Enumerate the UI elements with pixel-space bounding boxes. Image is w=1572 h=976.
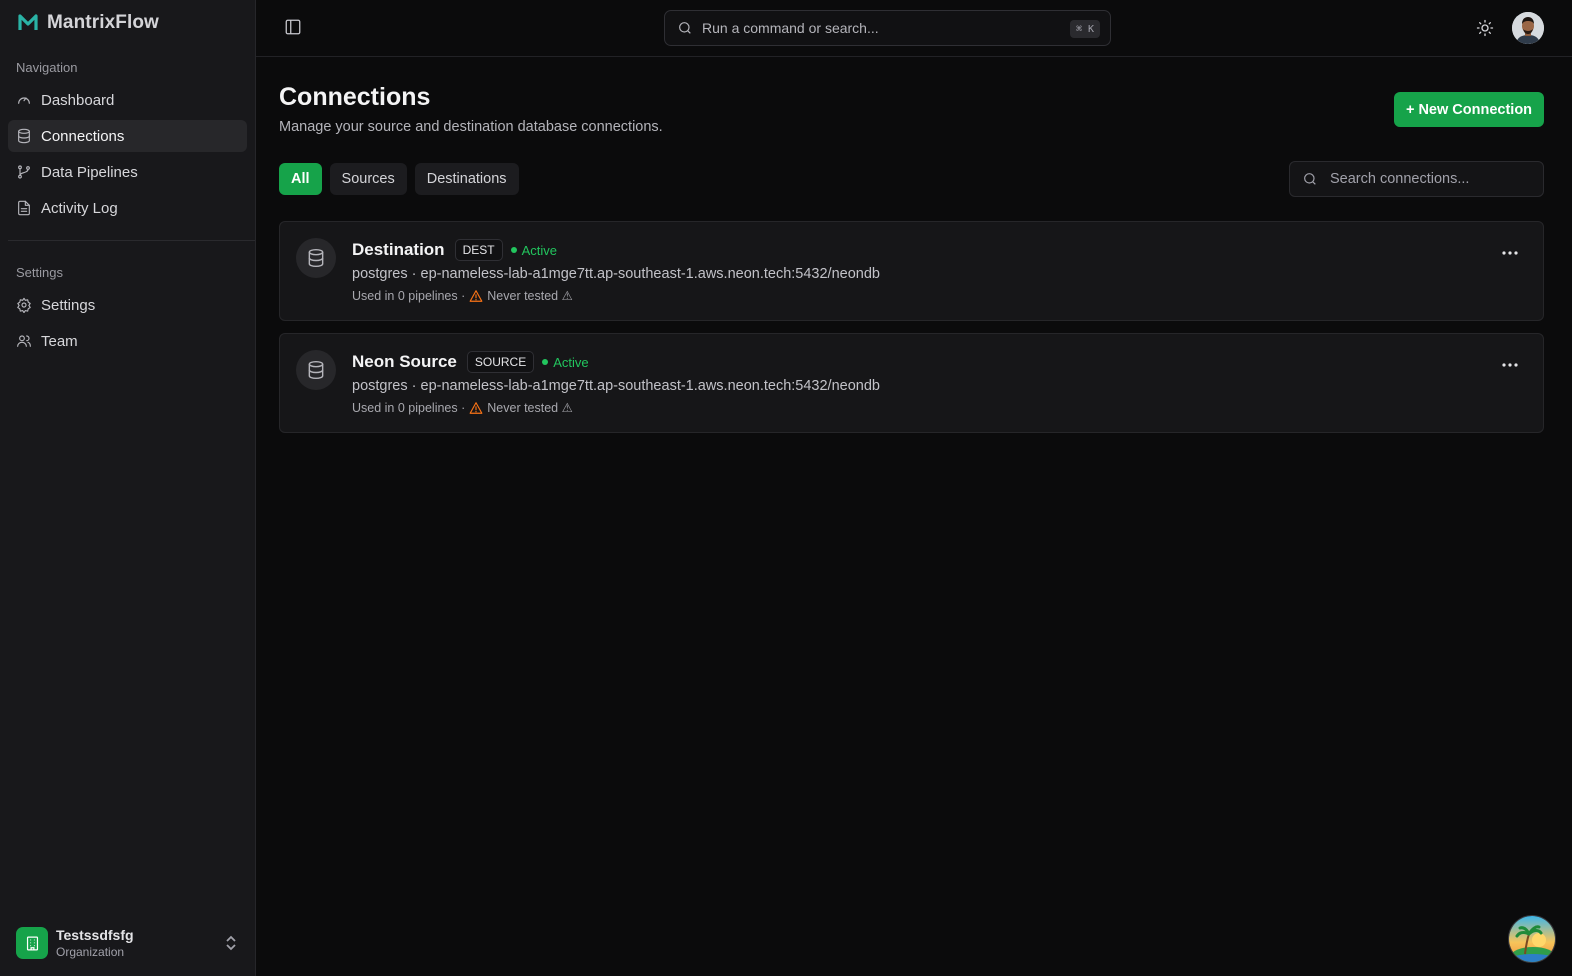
connections-search-placeholder: Search connections... [1330, 171, 1470, 187]
org-switcher[interactable]: Testssdfsfg Organization [16, 925, 246, 961]
command-search-input[interactable]: Run a command or search... ⌘ K [664, 10, 1111, 46]
ellipsis-icon [1502, 251, 1518, 255]
sidebar-item-dashboard[interactable]: Dashboard [8, 84, 247, 116]
building-icon [26, 936, 38, 950]
status-badge: Active [510, 242, 557, 258]
sidebar-item-label: Data Pipelines [41, 163, 138, 181]
status-dot [542, 359, 549, 365]
pipeline-usage: Used in 0 pipelines · [352, 288, 466, 303]
topbar: Run a command or search... ⌘ K [256, 0, 1572, 57]
new-connection-button[interactable]: + New Connection [1394, 92, 1544, 127]
brand-logo-icon [18, 14, 38, 30]
sidebar-item-label: Settings [41, 296, 96, 314]
org-avatar [16, 927, 48, 959]
more-options-button[interactable] [1501, 356, 1519, 374]
database-icon [308, 360, 324, 380]
connection-icon [296, 350, 336, 390]
sidebar-item-label: Dashboard [41, 91, 115, 109]
status-label: Active [553, 354, 589, 370]
tab-all[interactable]: All [279, 163, 322, 195]
user-avatar[interactable] [1512, 12, 1544, 44]
theme-toggle-button[interactable] [1476, 19, 1494, 37]
connection-name: Destination [352, 240, 445, 259]
user-photo-icon [1512, 12, 1544, 44]
connection-icon [296, 238, 336, 278]
warning-icon [469, 401, 483, 415]
status-dot [510, 247, 517, 253]
status-badge: Active [542, 354, 589, 370]
sidebar-item-label: Connections [41, 127, 125, 145]
assistant-bubble[interactable] [1508, 915, 1556, 963]
database-icon [308, 248, 324, 268]
sidebar-item-label: Activity Log [41, 199, 118, 217]
page-title: Connections [279, 83, 431, 111]
more-options-button[interactable] [1501, 244, 1519, 262]
search-icon [1304, 173, 1316, 185]
connection-string: postgres · ep-nameless-lab-a1mge7tt.ap-s… [352, 378, 880, 394]
nav-section-title: Navigation [16, 60, 78, 75]
sidebar: MantrixFlow Navigation Dashboard Connect… [0, 0, 256, 976]
org-name: Testssdfsfg [56, 927, 134, 943]
connection-type-badge: DEST [454, 239, 503, 261]
sidebar-item-label: Team [41, 332, 78, 350]
file-text-icon [18, 200, 30, 216]
database-icon [18, 128, 30, 144]
warning-icon [469, 289, 483, 303]
sidebar-item-connections[interactable]: Connections [8, 120, 247, 152]
status-label: Active [521, 242, 557, 258]
command-search-placeholder: Run a command or search... [702, 20, 879, 36]
connection-meta: Used in 0 pipelines · Never tested ⚠ [352, 288, 573, 304]
connection-meta: Used in 0 pipelines · Never tested ⚠ [352, 400, 573, 416]
connection-string: postgres · ep-nameless-lab-a1mge7tt.ap-s… [352, 266, 880, 282]
sidebar-item-settings[interactable]: Settings [8, 289, 247, 321]
filter-tabs: All Sources Destinations [279, 163, 519, 195]
settings-section-title: Settings [16, 265, 63, 280]
sun-icon [1476, 19, 1494, 37]
connection-name: Neon Source [352, 352, 457, 371]
panel-left-icon [285, 19, 301, 35]
users-icon [17, 335, 31, 347]
chevrons-up-down-icon [224, 935, 238, 951]
org-role: Organization [56, 945, 125, 959]
git-branch-icon [18, 165, 30, 179]
connection-card[interactable]: Neon Source SOURCE Active postgres · ep-… [279, 333, 1544, 433]
connection-card[interactable]: Destination DEST Active postgres · ep-na… [279, 221, 1544, 321]
sidebar-toggle-button[interactable] [284, 18, 302, 36]
connections-search-input[interactable]: Search connections... [1289, 161, 1544, 197]
sidebar-item-activity-log[interactable]: Activity Log [8, 192, 247, 224]
shortcut-badge: ⌘ K [1069, 20, 1100, 38]
test-status: Never tested ⚠ [487, 289, 573, 303]
connection-type-badge: SOURCE [466, 351, 535, 373]
tab-destinations[interactable]: Destinations [414, 163, 519, 195]
sidebar-item-team[interactable]: Team [8, 325, 247, 357]
brand[interactable]: MantrixFlow [18, 12, 159, 34]
brand-name: MantrixFlow [47, 12, 159, 33]
search-icon [679, 22, 691, 34]
tab-sources[interactable]: Sources [329, 163, 407, 195]
sidebar-item-data-pipelines[interactable]: Data Pipelines [8, 156, 247, 188]
test-status: Never tested ⚠ [487, 401, 573, 415]
ellipsis-icon [1502, 363, 1518, 367]
gauge-icon [18, 97, 30, 104]
gear-icon [17, 297, 31, 313]
pipeline-usage: Used in 0 pipelines · [352, 400, 466, 415]
nav-divider [8, 240, 255, 241]
beach-island-icon [1509, 916, 1555, 962]
page-subtitle: Manage your source and destination datab… [279, 119, 663, 135]
